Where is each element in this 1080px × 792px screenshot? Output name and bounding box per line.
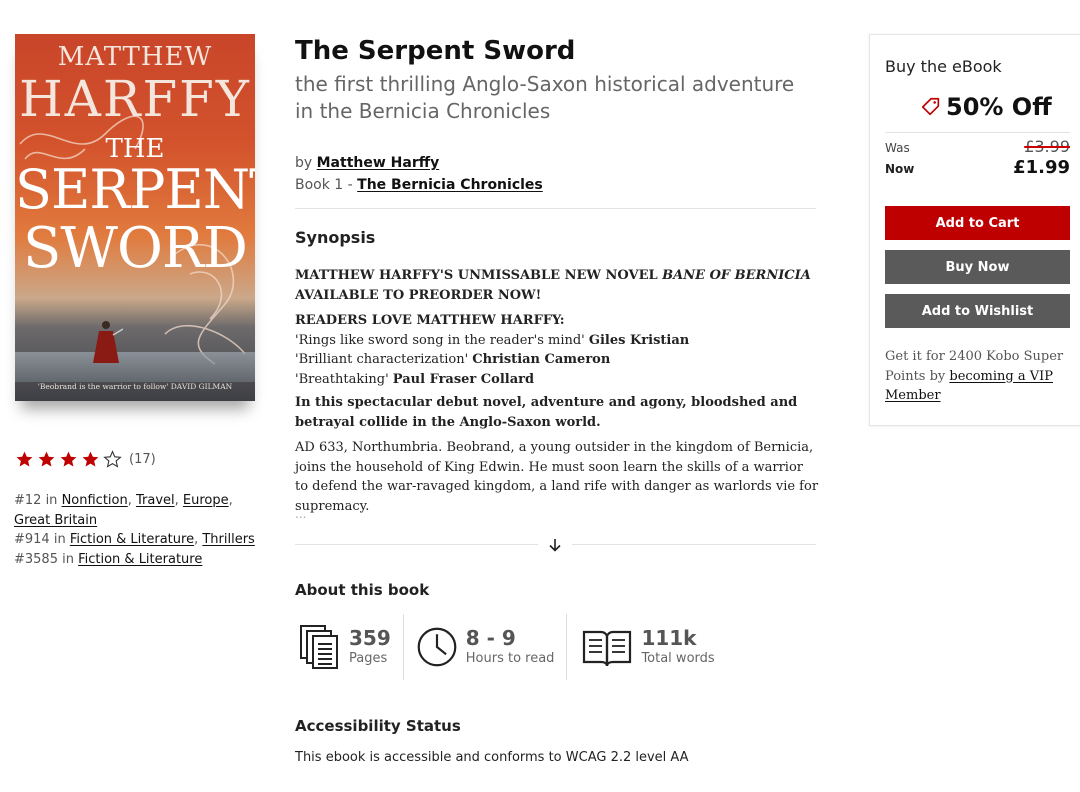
about-heading: About this book — [295, 581, 430, 599]
book-icon — [583, 630, 632, 667]
add-to-cart-button[interactable]: Add to Cart — [885, 206, 1070, 240]
price-tag-icon — [921, 97, 940, 116]
stat-pages: 359 Pages — [295, 614, 404, 680]
divider — [885, 132, 1070, 133]
rank-line: #12 in Nonfiction, Travel, Europe, Great … — [14, 493, 233, 528]
rank-line: #3585 in Fiction & Literature — [14, 550, 259, 570]
synopsis-text: MATTHEW HARFFY'S UNMISSABLE NEW NOVEL BA… — [295, 266, 820, 522]
star-rating[interactable]: (17) — [15, 450, 156, 469]
now-label: Now — [885, 162, 915, 176]
book-subtitle: the first thrilling Anglo-Saxon historic… — [295, 72, 795, 123]
accessibility-heading: Accessibility Status — [295, 717, 461, 735]
rank-number: #3585 in — [14, 551, 79, 567]
divider — [572, 544, 816, 545]
buy-box: Buy the eBook 50% Off Was £3.99 Now £1.9… — [869, 34, 1080, 426]
kobo-points-text: Get it for 2400 Kobo Super Points by bec… — [885, 349, 1064, 403]
discount-text: 50% Off — [946, 93, 1052, 121]
book-stats: 359 Pages 8 - 9 Hours to read 111k Total… — [295, 614, 727, 680]
cover-sea — [15, 352, 255, 382]
star-filled-icon — [16, 451, 33, 467]
rating-count[interactable]: (17) — [129, 452, 156, 467]
words-value: 111k — [641, 626, 697, 650]
book-title: The Serpent Sword — [295, 36, 576, 66]
pages-value: 359 — [349, 626, 391, 650]
star-empty-icon — [103, 450, 122, 468]
synopsis-expand[interactable] — [295, 536, 816, 554]
synopsis-reader-quotes: READERS LOVE MATTHEW HARFFY: 'Rings like… — [295, 313, 690, 387]
cover-warrior-figure — [93, 321, 123, 363]
readers-heading: READERS LOVE MATTHEW HARFFY: — [295, 313, 565, 328]
rank-line: #914 in Fiction & Literature, Thrillers — [14, 532, 255, 547]
now-price: £1.99 — [1013, 157, 1070, 178]
hours-label: Hours to read — [465, 651, 555, 666]
pages-label: Pages — [349, 651, 388, 666]
clock-icon — [417, 627, 457, 667]
book-byline: by Matthew Harffy Book 1 - The Bernicia … — [295, 152, 543, 196]
rank-number: #12 in — [14, 493, 62, 508]
synopsis-body: AD 633, Northumbria. Beobrand, a young o… — [295, 440, 819, 514]
cover-title-line2: SERPENT — [15, 158, 255, 221]
category-link-fiction-literature[interactable]: Fiction & Literature — [70, 532, 194, 547]
cover-author-first: MATTHEW — [57, 42, 213, 72]
pages-icon — [300, 625, 338, 669]
synopsis-announcement: MATTHEW HARFFY'S UNMISSABLE NEW NOVEL BA… — [295, 268, 811, 303]
now-price-row: Now £1.99 — [885, 157, 1070, 178]
synopsis-tagline: In this spectacular debut novel, adventu… — [295, 395, 798, 430]
divider — [295, 208, 816, 209]
buy-now-button[interactable]: Buy Now — [885, 250, 1070, 284]
buy-heading: Buy the eBook — [885, 57, 1002, 76]
star-filled-icon — [60, 451, 77, 467]
synopsis-ellipsis: ... — [295, 507, 307, 521]
star-filled-icon — [82, 451, 99, 467]
discount-badge: 50% Off — [920, 93, 1052, 121]
category-link-nonfiction[interactable]: Nonfiction — [62, 493, 128, 508]
cover-author-last: HARFFY — [19, 70, 251, 128]
category-link-great-britain[interactable]: Great Britain — [14, 513, 97, 528]
arrow-down-icon[interactable] — [546, 536, 564, 554]
author-link[interactable]: Matthew Harffy — [317, 155, 440, 171]
by-label: by — [295, 155, 313, 171]
accessibility-text: This ebook is accessible and conforms to… — [295, 750, 689, 765]
hours-value: 8 - 9 — [465, 626, 516, 650]
was-price: £3.99 — [1024, 137, 1070, 156]
divider — [295, 544, 538, 545]
stat-hours: 8 - 9 Hours to read — [404, 614, 568, 680]
category-link-europe[interactable]: Europe — [183, 493, 229, 508]
category-link-fiction-literature[interactable]: Fiction & Literature — [78, 552, 202, 567]
rank-number: #914 in — [14, 532, 70, 547]
series-prefix: Book 1 - — [295, 177, 358, 193]
add-to-wishlist-button[interactable]: Add to Wishlist — [885, 294, 1070, 328]
category-link-travel[interactable]: Travel — [136, 493, 175, 508]
was-label: Was — [885, 141, 910, 155]
synopsis-heading: Synopsis — [295, 228, 376, 247]
series-link[interactable]: The Bernicia Chronicles — [357, 177, 543, 193]
was-price-row: Was £3.99 — [885, 137, 1070, 156]
cover-title-line3: SWORD — [23, 216, 248, 281]
category-rankings: #12 in Nonfiction, Travel, Europe, Great … — [14, 491, 259, 569]
book-cover[interactable]: MATTHEW HARFFY THE SERPENT SWORD 'Beobra… — [15, 34, 255, 401]
category-link-thrillers[interactable]: Thrillers — [202, 532, 254, 547]
stat-words: 111k Total words — [567, 614, 726, 680]
cover-quote: 'Beobrand is the warrior to follow' DAVI… — [37, 382, 233, 391]
words-label: Total words — [641, 651, 715, 666]
star-filled-icon — [38, 451, 55, 467]
